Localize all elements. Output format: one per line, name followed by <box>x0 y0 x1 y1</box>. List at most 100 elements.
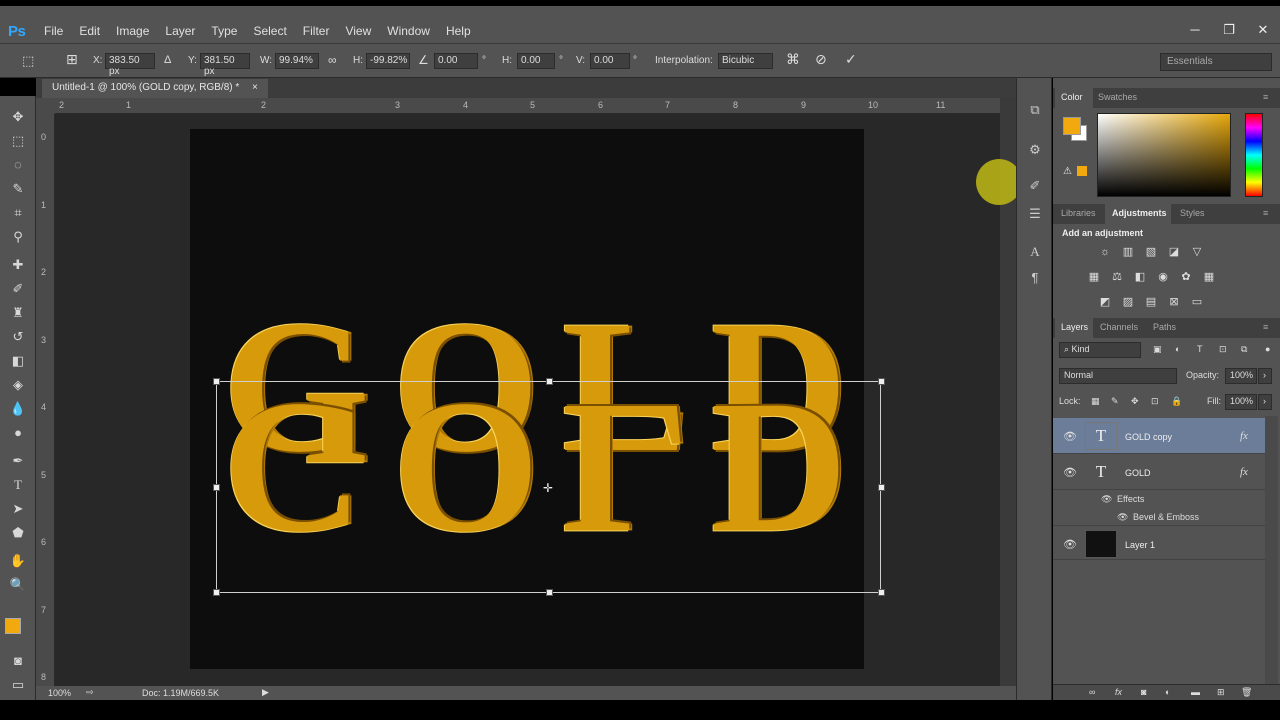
transform-handle-l[interactable] <box>213 484 220 491</box>
hue-slider[interactable] <box>1245 113 1263 197</box>
panel-menu-icon[interactable]: ≡ <box>1263 208 1268 218</box>
transform-handle-r[interactable] <box>878 484 885 491</box>
screen-mode-icon[interactable]: ▭ <box>8 676 28 694</box>
status-menu-arrow-icon[interactable]: ▶ <box>262 687 269 698</box>
effects-row[interactable]: 👁 Effects <box>1053 490 1265 508</box>
paint-bucket-tool-icon[interactable]: ◈ <box>8 376 28 394</box>
color-picker-field[interactable] <box>1097 113 1231 197</box>
tab-swatches[interactable]: Swatches <box>1098 92 1137 102</box>
color-lookup-icon[interactable]: ▦ <box>1202 271 1216 283</box>
hand-tool-icon[interactable]: ✋ <box>8 552 28 570</box>
type-tool-icon[interactable]: T <box>8 476 28 494</box>
h-field[interactable]: -99.82% <box>366 53 410 69</box>
reference-point-icon[interactable]: ⊞ <box>66 51 78 68</box>
transform-handle-br[interactable] <box>878 589 885 596</box>
filter-pixel-icon[interactable]: ▣ <box>1153 344 1162 355</box>
quick-mask-icon[interactable]: ◙ <box>8 652 28 670</box>
vertical-ruler[interactable]: 0 1 2 3 4 5 6 7 8 <box>36 114 55 686</box>
restore-button[interactable]: ❐ <box>1212 22 1246 38</box>
eye-icon[interactable]: 👁 <box>1063 538 1077 551</box>
pen-tool-icon[interactable]: ✒ <box>8 452 28 470</box>
black-white-icon[interactable]: ◧ <box>1133 271 1147 283</box>
panel-menu-icon[interactable]: ≡ <box>1263 322 1268 332</box>
interpolation-select[interactable]: Bicubic <box>718 53 773 69</box>
menu-window[interactable]: Window <box>379 24 438 38</box>
doc-size[interactable]: Doc: 1.19M/669.5K <box>142 688 219 698</box>
tab-channels[interactable]: Channels <box>1100 322 1138 332</box>
gradient-map-icon[interactable]: ▭ <box>1190 296 1204 308</box>
color-balance-icon[interactable]: ⚖ <box>1110 271 1124 283</box>
paragraph-panel-icon[interactable]: ¶ <box>1025 270 1045 290</box>
layers-scrollbar[interactable] <box>1265 416 1278 684</box>
new-adjustment-icon[interactable]: ◐ <box>1165 687 1170 697</box>
link-icon[interactable]: ∞ <box>328 53 337 67</box>
exposure-icon[interactable]: ◪ <box>1167 246 1181 258</box>
workspace-switcher[interactable]: Essentials <box>1160 53 1272 71</box>
healing-brush-tool-icon[interactable]: ✚ <box>8 256 28 274</box>
quick-select-tool-icon[interactable]: ✎ <box>8 180 28 198</box>
filter-toggle-icon[interactable]: ● <box>1265 344 1270 354</box>
curves-icon[interactable]: ▧ <box>1144 246 1158 258</box>
transform-handle-t[interactable] <box>546 378 553 385</box>
link-layers-icon[interactable]: ∞ <box>1089 687 1095 697</box>
transform-handle-bl[interactable] <box>213 589 220 596</box>
filter-smart-icon[interactable]: ⧉ <box>1241 344 1247 355</box>
tab-paths[interactable]: Paths <box>1153 322 1176 332</box>
invert-icon[interactable]: ◩ <box>1098 296 1112 308</box>
blend-mode-select[interactable]: Normal <box>1059 368 1177 384</box>
layer-row-gold[interactable]: 👁 T GOLD fx <box>1053 454 1265 490</box>
lock-image-icon[interactable]: ✎ <box>1111 396 1119 407</box>
layer-row-layer1[interactable]: 👁 Layer 1 <box>1053 526 1265 560</box>
share-icon[interactable]: ⇨ <box>86 687 94 698</box>
effect-row-bevel[interactable]: 👁 Bevel & Emboss <box>1053 508 1265 526</box>
commit-transform-icon[interactable]: ✓ <box>845 51 857 68</box>
channel-mixer-icon[interactable]: ✿ <box>1179 271 1193 283</box>
close-tab-icon[interactable]: × <box>252 82 258 93</box>
lock-position-icon[interactable]: ✥ <box>1131 396 1139 407</box>
opacity-dropdown-icon[interactable]: › <box>1258 368 1272 384</box>
levels-icon[interactable]: ▥ <box>1121 246 1135 258</box>
angle-field[interactable]: 0.00 <box>434 53 478 69</box>
gamut-swatch[interactable] <box>1077 166 1087 176</box>
hue-saturation-icon[interactable]: ▦ <box>1087 271 1101 283</box>
shape-tool-icon[interactable]: ⬟ <box>8 524 28 542</box>
eye-icon[interactable]: 👁 <box>1063 466 1077 479</box>
eyedropper-tool-icon[interactable]: ⚲ <box>8 228 28 246</box>
menu-help[interactable]: Help <box>438 24 479 38</box>
tab-layers[interactable]: Layers <box>1061 322 1088 332</box>
history-brush-tool-icon[interactable]: ↺ <box>8 328 28 346</box>
photo-filter-icon[interactable]: ◉ <box>1156 271 1170 283</box>
menu-type[interactable]: Type <box>203 24 245 38</box>
y-field[interactable]: 381.50 px <box>200 53 250 77</box>
warp-icon[interactable]: ⌘ <box>786 51 800 68</box>
move-tool-icon[interactable]: ✥ <box>8 108 28 126</box>
eraser-tool-icon[interactable]: ◧ <box>8 352 28 370</box>
path-select-tool-icon[interactable]: ➤ <box>8 500 28 518</box>
new-layer-icon[interactable]: ⊞ <box>1217 687 1225 698</box>
fill-field[interactable]: 100% <box>1225 394 1257 410</box>
menu-select[interactable]: Select <box>245 24 294 38</box>
posterize-icon[interactable]: ▨ <box>1121 296 1135 308</box>
lasso-tool-icon[interactable]: ◌ <box>8 156 28 174</box>
blur-tool-icon[interactable]: 💧 <box>8 400 28 418</box>
menu-image[interactable]: Image <box>108 24 157 38</box>
transform-handle-tr[interactable] <box>878 378 885 385</box>
clone-stamp-tool-icon[interactable]: ♜ <box>8 304 28 322</box>
zoom-tool-icon[interactable]: 🔍 <box>8 576 28 594</box>
menu-view[interactable]: View <box>337 24 379 38</box>
tab-adjustments[interactable]: Adjustments <box>1112 208 1167 218</box>
menu-file[interactable]: File <box>36 24 71 38</box>
transform-tool-icon[interactable]: ⬚ <box>22 53 34 69</box>
layer-filter-kind[interactable]: ⌕ Kind <box>1059 342 1141 358</box>
layer-row-gold-copy[interactable]: 👁 T GOLD copy fx <box>1053 418 1265 454</box>
tab-color[interactable]: Color <box>1061 92 1083 102</box>
add-style-icon[interactable]: fx <box>1115 687 1122 697</box>
vibrance-icon[interactable]: ▽ <box>1190 246 1204 258</box>
opacity-field[interactable]: 100% <box>1225 368 1257 384</box>
x-field[interactable]: 383.50 px <box>105 53 155 77</box>
threshold-icon[interactable]: ▤ <box>1144 296 1158 308</box>
tab-styles[interactable]: Styles <box>1180 208 1205 218</box>
reference-point-crosshair-icon[interactable]: ✛ <box>543 481 553 495</box>
selective-color-icon[interactable]: ⊠ <box>1167 296 1181 308</box>
transform-handle-tl[interactable] <box>213 378 220 385</box>
